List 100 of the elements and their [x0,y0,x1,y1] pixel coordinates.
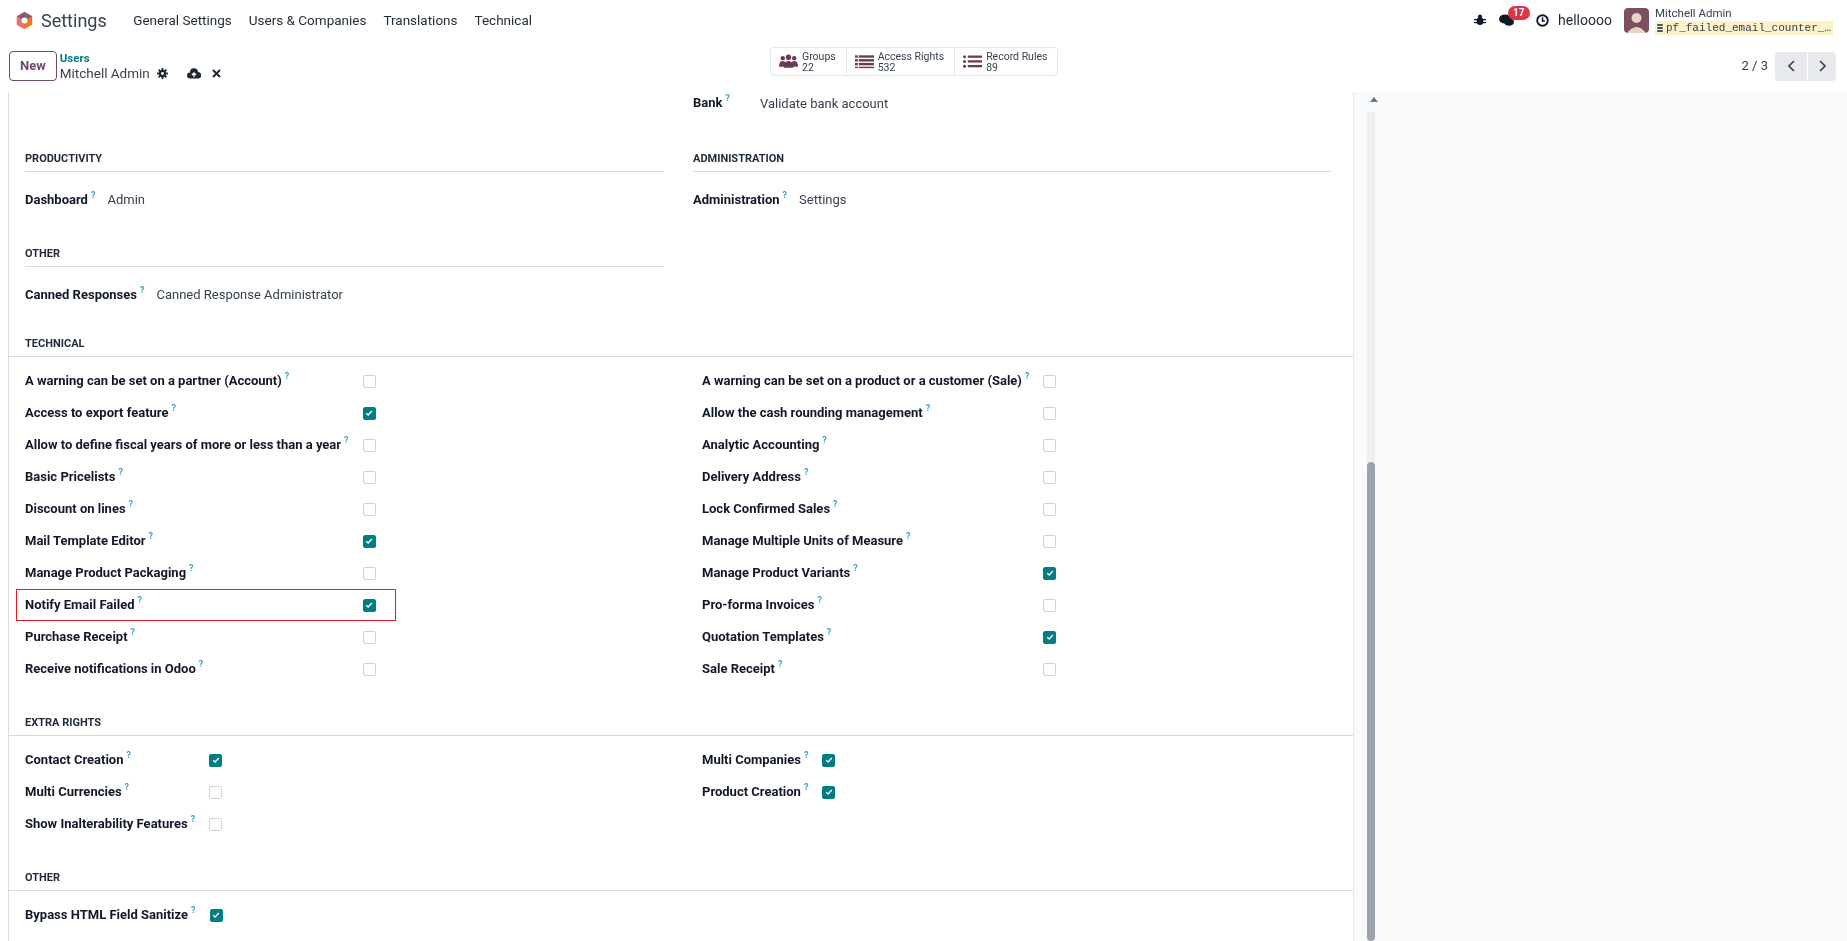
help-mark[interactable]: ? [725,93,730,103]
scroll-up-icon[interactable] [1370,97,1378,102]
checkbox-label: Receive notifications in Odoo [25,660,196,679]
field-label: Dashboard [25,191,88,210]
checkmark-icon [365,409,374,417]
help-mark[interactable]: ? [148,531,153,542]
help-mark[interactable]: ? [189,563,194,574]
help-mark[interactable]: ? [804,750,809,761]
checkbox-label: Contact Creation [25,751,124,770]
help-mark[interactable]: ? [90,190,96,201]
checkmark-icon [1045,633,1054,641]
checkbox-label: A warning can be set on a product or a customer (Sale) [702,372,1022,391]
help-mark[interactable]: ? [171,403,176,414]
checkbox-label: Allow to define fiscal years of more or less than a year [25,436,342,455]
help-mark[interactable]: ? [124,782,130,793]
help-mark[interactable]: ? [130,627,136,638]
bullet-list-icon [963,54,983,69]
section-heading: EXTRA RIGHTS [25,716,102,729]
help-mark[interactable]: ? [191,905,196,916]
checkbox[interactable] [822,753,836,767]
smart-button-count: 22 [802,61,814,73]
smart-button-count: 89 [986,61,999,73]
list-icon [854,54,874,69]
breadcrumb-link[interactable]: Users [59,51,221,66]
help-mark[interactable]: ? [344,435,349,446]
checkbox-label: Analytic Accounting [702,436,820,455]
checkbox[interactable] [362,598,376,612]
database-name: pf_failed_email_counter_… [1665,20,1831,35]
next-button[interactable] [1808,51,1836,81]
smart-button[interactable]: Access Rights 532 [845,48,955,75]
checkmark-icon [824,756,833,764]
checkbox-label: Mail Template Editor [25,532,146,551]
checkbox[interactable] [209,753,223,767]
section-heading: TECHNICAL [25,337,85,350]
smart-button-label: Record Rules [986,50,1048,62]
help-mark[interactable]: ? [137,595,142,606]
help-mark[interactable]: ? [817,595,822,606]
help-mark[interactable]: ? [126,750,131,761]
bug-icon[interactable] [1474,14,1487,26]
people-icon [779,54,798,69]
smart-button[interactable]: Groups 22 [771,48,846,75]
help-mark[interactable]: ? [803,467,809,478]
field-value: Canned Response Administrator [156,286,343,305]
chevron-right-icon [1818,60,1826,72]
section-heading: OTHER [25,871,61,884]
field-label: Bank [693,94,723,112]
checkbox[interactable] [362,406,376,420]
help-mark[interactable]: ? [1024,371,1030,382]
app-logo-icon[interactable] [16,10,33,30]
app-title[interactable]: Settings [41,6,107,34]
help-mark[interactable]: ? [822,435,827,446]
clock-icon[interactable] [1536,13,1550,27]
smart-button[interactable]: Record Rules 89 [954,48,1058,75]
cloud-upload-icon[interactable] [186,68,201,79]
section-heading: ADMINISTRATION [693,152,785,165]
menu-item[interactable]: Users & Companies [248,9,367,31]
user-name[interactable]: Mitchell Admin [1654,5,1833,20]
settings-icon[interactable] [156,68,168,79]
database-label[interactable]: helloooo [1558,9,1612,31]
checkbox[interactable] [1043,566,1057,580]
new-button[interactable]: New [9,51,57,81]
help-mark[interactable]: ? [833,499,838,510]
menu-item[interactable]: Technical [474,9,533,31]
field-value: Validate bank account [760,95,889,114]
help-mark[interactable]: ? [128,499,134,510]
help-mark[interactable]: ? [826,627,832,638]
checkmark-icon [1045,569,1054,577]
checkbox[interactable] [822,785,836,799]
menu-item[interactable]: Translations [383,9,458,31]
help-mark[interactable]: ? [198,659,204,670]
notification-badge: 17 [1508,5,1530,20]
smart-button-label: Access Rights [877,50,945,62]
help-mark[interactable]: ? [925,403,931,414]
previous-button[interactable] [1775,51,1807,81]
help-mark[interactable]: ? [118,467,123,478]
checkmark-icon [365,537,374,545]
menu-item[interactable]: General Settings [133,9,232,31]
help-mark[interactable]: ? [190,814,196,825]
pager-value[interactable]: 2 / 3 [1741,56,1768,76]
help-mark[interactable]: ? [139,285,145,296]
help-mark[interactable]: ? [777,659,783,670]
checkbox-label: Bypass HTML Field Sanitize [25,906,189,925]
scrollbar-thumb[interactable] [1367,462,1375,941]
checkbox-label: Lock Confirmed Sales [702,500,831,519]
checkbox-label: Manage Product Variants [702,564,851,583]
chevron-left-icon [1787,60,1795,72]
smart-button-count: 532 [877,61,897,73]
section-heading: OTHER [25,247,61,260]
checkbox[interactable] [362,534,376,548]
help-mark[interactable]: ? [853,563,858,574]
help-mark[interactable]: ? [803,782,809,793]
checkbox[interactable] [1043,630,1057,644]
help-mark[interactable]: ? [782,190,787,201]
checkbox-label: A warning can be set on a partner (Account) [25,372,282,391]
checkbox[interactable] [209,908,223,922]
avatar-icon[interactable] [1623,7,1649,33]
help-mark[interactable]: ? [906,531,911,542]
help-mark[interactable]: ? [284,371,290,382]
database-icon [1656,23,1663,32]
close-icon[interactable] [211,69,221,78]
